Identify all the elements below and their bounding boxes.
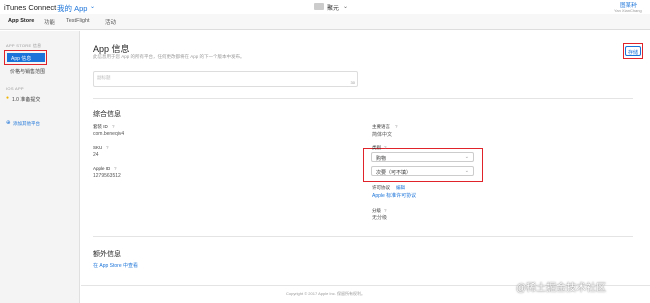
app-switcher[interactable]: 聚元	[327, 3, 339, 12]
yellow-dot-icon: ●	[6, 95, 10, 101]
help-icon[interactable]: ?	[106, 145, 109, 150]
sidebar-item-pricing[interactable]: 价格与销售范围	[10, 68, 45, 75]
watermark: @稀土掘金技术社区	[516, 283, 607, 294]
section-general-info: 综合信息	[93, 111, 121, 118]
sidebar-section-app-store-info: APP STORE 信息	[6, 43, 42, 48]
tab-testflight[interactable]: TestFlight	[66, 18, 90, 24]
main-content: App 信息 此信息用于您 App 的所有平台，任何更改都将在 App 的下一个…	[81, 31, 650, 303]
my-apps-menu[interactable]: 我的 App	[57, 3, 87, 14]
view-on-app-store-link[interactable]: 在 App Store 中查看	[93, 262, 138, 269]
sku-label: SKU	[93, 145, 103, 150]
rating-value: 无分级	[372, 215, 388, 221]
bundle-id-value: com.beneqiv4	[93, 131, 125, 137]
chevron-down-icon[interactable]: ⌄	[343, 3, 348, 10]
tab-activity[interactable]: 活动	[105, 18, 116, 26]
tab-bar: App Store 功能 TestFlight 活动	[0, 14, 650, 30]
primary-language-label: 主要语言	[372, 124, 390, 129]
primary-category-value: 购物	[376, 155, 387, 162]
user-sub: Yan XianChang	[614, 8, 642, 13]
app-title: iTunes Connect	[4, 3, 57, 12]
license-link[interactable]: Apple 标准许可协议	[372, 192, 416, 199]
save-label: 存储	[628, 49, 639, 56]
plus-circle-icon[interactable]: ⊕	[6, 120, 11, 126]
help-icon[interactable]: ?	[114, 166, 117, 171]
chevron-down-icon: ⌄	[464, 154, 469, 160]
section-additional-info: 额外信息	[93, 251, 121, 258]
category-label: 类别	[372, 145, 381, 150]
subtitle-placeholder: 副标题	[97, 75, 111, 80]
footer-copyright: Copyright © 2017 Apple Inc. 保留所有权利。	[286, 291, 365, 296]
divider	[93, 98, 633, 99]
apple-id-label: Apple ID	[93, 166, 111, 171]
apple-id-value: 1279563512	[93, 173, 121, 179]
subtitle-field[interactable]: 副标题 30	[93, 71, 358, 87]
primary-category-select[interactable]: 购物 ⌄	[371, 152, 474, 162]
save-button[interactable]: 存储	[625, 46, 641, 56]
tab-app-store[interactable]: App Store	[8, 18, 34, 24]
tab-features[interactable]: 功能	[44, 18, 55, 26]
license-label: 许可协议	[372, 185, 390, 190]
chevron-down-icon[interactable]: ⌄	[90, 3, 95, 10]
help-icon[interactable]: ?	[384, 208, 387, 213]
chevron-down-icon[interactable]: ⌄	[634, 1, 638, 7]
sidebar-section-ios-app: IOS APP	[6, 86, 24, 91]
help-icon[interactable]: ?	[384, 145, 387, 150]
sidebar: APP STORE 信息 App 信息 价格与销售范围 IOS APP ● 1.…	[0, 31, 80, 303]
add-platform-link[interactable]: 添加其他平台	[13, 121, 40, 127]
sidebar-item-version[interactable]: 1.0 准备提交	[12, 96, 40, 103]
primary-language-value[interactable]: 简体中文	[372, 131, 392, 138]
license-edit-link[interactable]: 编辑	[396, 185, 405, 191]
top-bar: iTunes Connect 我的 App ⌄ 聚元 ⌄ 图某利 ⌄ Yan X…	[0, 0, 650, 14]
sku-value: 24	[93, 152, 99, 158]
sidebar-item-label: App 信息	[11, 56, 32, 62]
secondary-category-select[interactable]: 次要（可不填） ⌄	[371, 166, 474, 176]
chevron-down-icon: ⌄	[464, 168, 469, 174]
secondary-category-value: 次要（可不填）	[376, 169, 412, 176]
page-description: 此信息用于您 App 的所有平台，任何更改都将在 App 的下一个版本中发布。	[93, 54, 245, 59]
app-icon	[314, 3, 324, 10]
bundle-id-label: 套装 ID	[93, 124, 108, 129]
sidebar-item-app-info[interactable]: App 信息	[7, 53, 45, 62]
char-count: 30	[350, 80, 355, 85]
help-icon[interactable]: ?	[112, 124, 115, 129]
divider	[93, 236, 633, 237]
help-icon[interactable]: ?	[395, 124, 398, 129]
